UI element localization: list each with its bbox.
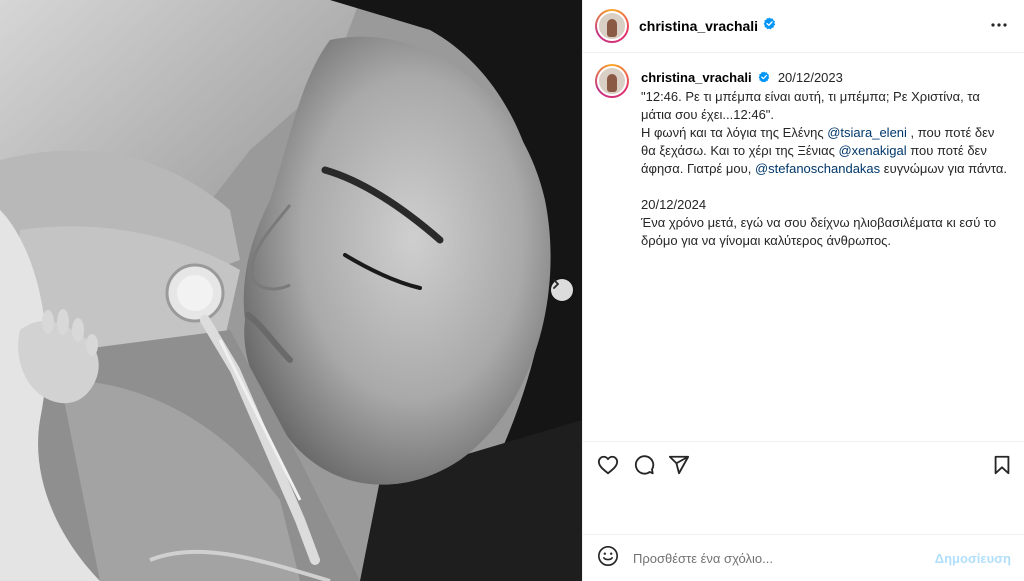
comment-input[interactable] — [633, 550, 923, 566]
like-button[interactable] — [597, 454, 619, 481]
post-comment-button[interactable]: Δημοσίευση — [935, 551, 1011, 566]
caption-date: 20/12/2023 — [777, 70, 843, 85]
emoji-icon — [598, 545, 618, 566]
post-details-panel: christina_vrachali christina_vrachali 20… — [582, 0, 1024, 581]
comment-button[interactable] — [633, 454, 655, 481]
avatar[interactable] — [595, 9, 629, 43]
mention-link[interactable]: @stefanoschandakas — [755, 161, 880, 176]
next-photo-button[interactable] — [551, 279, 573, 301]
caption-avatar[interactable] — [595, 64, 629, 98]
header-username[interactable]: christina_vrachali — [639, 18, 758, 34]
verified-badge-icon — [758, 70, 770, 88]
heart-icon — [597, 455, 619, 475]
caption-paragraph-2: Ένα χρόνο μετά, εγώ να σου δείχνω ηλιοβα… — [641, 214, 997, 248]
share-button[interactable] — [668, 454, 690, 481]
post-photo[interactable] — [0, 0, 582, 581]
emoji-button[interactable] — [597, 545, 619, 572]
caption-segment: Η φωνή και τα λόγια της Ελένης — [641, 124, 828, 140]
caption-text: christina_vrachali 20/12/2023 "12:46. Ρε… — [641, 69, 1009, 250]
bookmark-icon — [994, 455, 1010, 475]
post-header: christina_vrachali — [583, 0, 1024, 53]
caption-paragraph: Η φωνή και τα λόγια της Ελένης @tsiara_e… — [641, 124, 1009, 178]
caption-username[interactable]: christina_vrachali — [641, 70, 752, 85]
caption-date-2: 20/12/2024 — [641, 196, 707, 212]
comment-bar: Δημοσίευση — [583, 534, 1024, 581]
more-options-button[interactable] — [991, 17, 1007, 38]
send-icon — [668, 455, 690, 475]
more-icon — [991, 23, 1007, 27]
caption-quote: "12:46. Ρε τι μπέμπα είναι αυτή, τι μπέμ… — [641, 88, 980, 122]
verified-badge-icon — [763, 17, 776, 35]
action-bar — [583, 441, 1024, 488]
chevron-right-icon — [553, 279, 559, 289]
save-button[interactable] — [991, 454, 1013, 481]
mention-link[interactable]: @xenakigal — [838, 143, 906, 158]
caption-segment: ευγνώμων για πάντα. — [880, 160, 1007, 176]
mention-link[interactable]: @tsiara_eleni — [827, 125, 907, 140]
photo-illustration — [0, 0, 582, 581]
comment-icon — [634, 455, 655, 475]
